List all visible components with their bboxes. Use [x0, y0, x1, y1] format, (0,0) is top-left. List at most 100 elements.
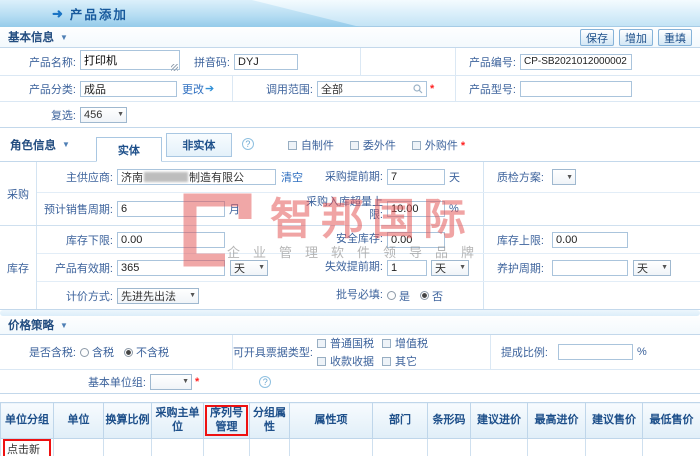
batch-no-label: 否 — [432, 290, 443, 303]
price-strategy-section-header: 价格策略 ▼ — [0, 316, 700, 334]
clear-link[interactable]: 清空 — [281, 169, 303, 185]
invoice-other-label: 其它 — [395, 356, 417, 368]
save-button[interactable]: 保存 — [580, 28, 614, 46]
expire-unit-dropdown[interactable]: 天 ▼ — [431, 259, 469, 276]
tab-entity[interactable]: 实体 — [95, 137, 162, 162]
col-suggested-sale-price[interactable]: 建议售价 — [585, 402, 643, 439]
supplier-input[interactable]: 济南 制造有限公 — [117, 169, 276, 185]
multi-select-label: 复选: — [50, 109, 76, 122]
price-strategy-table: 是否含税: 含税 不含税 可开具票据类型: 普通国税 增值税 收款收据 其它 提… — [0, 334, 700, 394]
maintenance-label: 养护周期: — [483, 254, 548, 281]
col-purchase-main-unit[interactable]: 采购主单位 — [151, 402, 204, 439]
tax-excluded-radio[interactable] — [124, 347, 133, 357]
price-collapse-caret-icon[interactable]: ▼ — [60, 321, 68, 330]
unit-group-help-icon[interactable]: ? — [259, 375, 272, 388]
invoice-receipt-checkbox[interactable] — [317, 357, 326, 366]
col-unit[interactable]: 单位 — [53, 402, 104, 439]
lead-unit: 天 — [449, 172, 460, 184]
invoice-vat-checkbox[interactable] — [382, 339, 391, 348]
col-min-sale-price[interactable]: 最低售价 — [642, 402, 700, 439]
invoice-national-label: 普通国税 — [330, 338, 374, 350]
tab-non-entity[interactable]: 非实体 — [165, 133, 232, 157]
scope-input[interactable]: 全部 — [317, 80, 427, 97]
product-no-label: 产品编号: — [468, 56, 516, 69]
stock-lower-input[interactable] — [117, 231, 225, 248]
model-input[interactable] — [520, 80, 632, 97]
search-icon[interactable] — [413, 83, 423, 94]
purchase-lead-label: 采购提前期: — [324, 170, 383, 183]
required-asterisk: * — [430, 82, 435, 95]
role-collapse-caret-icon[interactable]: ▼ — [62, 140, 70, 149]
role-required-asterisk: * — [460, 139, 466, 152]
inventory-group-label: 库存 — [0, 226, 37, 309]
sales-cycle-label: 预计销售周期: — [43, 204, 113, 216]
pricing-method-dropdown[interactable]: 先进先出法 ▼ — [117, 287, 199, 304]
add-button[interactable]: 增加 — [619, 28, 653, 46]
invoice-national-checkbox[interactable] — [317, 339, 326, 348]
page-tab: ➜ 产品添加 — [0, 0, 360, 27]
safety-stock-label: 安全库存: — [335, 233, 383, 246]
safety-stock-input[interactable] — [387, 231, 445, 248]
qc-plan-dropdown[interactable]: ▼ — [552, 169, 576, 185]
reset-button[interactable]: 重填 — [658, 28, 692, 46]
col-unit-group[interactable]: 单位分组 — [0, 402, 54, 439]
change-icon[interactable]: ➔ — [205, 82, 214, 95]
change-link[interactable]: 更改 — [182, 81, 204, 97]
unit-grouping-table: 单位分组 单位 换算比例 采购主单位 序列号管理 分组属性 属性项 部门 条形码… — [0, 402, 700, 456]
invoice-type-label: 可开具票据类型: — [232, 335, 317, 369]
validity-label: 产品有效期: — [54, 262, 113, 275]
over-limit-input[interactable] — [387, 201, 445, 217]
col-barcode[interactable]: 条形码 — [427, 402, 471, 439]
multi-select-dropdown[interactable]: 456 ▼ — [80, 106, 127, 123]
col-suggested-purchase-price[interactable]: 建议进价 — [470, 402, 528, 439]
maintenance-unit-dropdown[interactable]: 天 ▼ — [633, 259, 671, 276]
product-no-input[interactable] — [520, 53, 632, 70]
tax-label: 是否含税: — [28, 347, 76, 359]
col-max-purchase-price[interactable]: 最高进价 — [527, 402, 586, 439]
cycle-unit: 月 — [229, 204, 240, 216]
validity-unit-dropdown[interactable]: 天 ▼ — [230, 259, 268, 276]
tax-included-label: 含税 — [92, 347, 114, 359]
expire-lead-label: 失效提前期: — [324, 261, 383, 274]
outsourced-checkbox[interactable] — [349, 140, 359, 150]
invoice-other-checkbox[interactable] — [382, 357, 391, 366]
stock-upper-input[interactable] — [552, 231, 628, 248]
category-input[interactable] — [80, 80, 177, 97]
collapse-caret-icon[interactable]: ▼ — [60, 33, 68, 42]
basic-info-table: 产品名称: 打印机 拼音码: 产品编号: 产品分类: 更改 ➔ 调用范围: 全部 — [0, 47, 700, 128]
purchase-group-label: 采购 — [0, 162, 37, 225]
col-group-attribute[interactable]: 分组属性 — [249, 402, 290, 439]
col-serial-management[interactable]: 序列号管理 — [203, 402, 250, 439]
col-conversion[interactable]: 换算比例 — [103, 402, 152, 439]
role-info-title: 角色信息 — [10, 139, 56, 152]
purchased-checkbox[interactable] — [411, 140, 421, 150]
self-made-checkbox[interactable] — [287, 140, 297, 150]
qc-plan-label: 质检方案: — [483, 162, 548, 192]
supplier-label: 主供应商: — [65, 172, 113, 184]
validity-input[interactable] — [117, 259, 225, 276]
invoice-receipt-label: 收款收据 — [330, 356, 374, 368]
role-help-icon[interactable]: ? — [241, 137, 254, 150]
page-title: 产品添加 — [69, 8, 128, 22]
col-department[interactable]: 部门 — [372, 402, 428, 439]
category-label: 产品分类: — [28, 83, 76, 96]
commission-input[interactable] — [558, 344, 633, 360]
sales-cycle-input[interactable] — [117, 201, 225, 217]
base-unit-group-dropdown[interactable]: ▼ — [150, 373, 192, 390]
batch-yes-label: 是 — [399, 290, 410, 303]
batch-no-radio[interactable] — [420, 291, 429, 300]
resize-grip-icon[interactable] — [171, 64, 178, 71]
batch-yes-radio[interactable] — [387, 291, 396, 300]
tax-included-radio[interactable] — [80, 347, 89, 357]
product-name-input[interactable]: 打印机 — [80, 50, 180, 70]
maintenance-input[interactable] — [552, 259, 628, 276]
commission-unit: % — [637, 346, 647, 358]
expire-lead-input[interactable] — [387, 259, 427, 276]
serial-management-highlight: 序列号管理 — [205, 404, 248, 437]
col-attribute-item[interactable]: 属性项 — [289, 402, 373, 439]
click-to-add-link[interactable]: 点击新增 — [3, 439, 51, 456]
pinyin-input[interactable] — [234, 53, 298, 70]
purchase-lead-input[interactable] — [387, 169, 445, 185]
over-limit-label: 采购入库超量上限: — [306, 196, 383, 221]
outsourced-label: 委外件 — [362, 139, 396, 152]
